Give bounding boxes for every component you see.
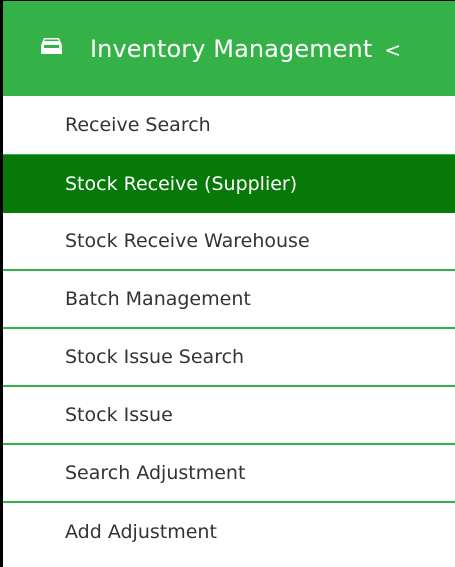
menu-item-batch-management[interactable]: Batch Management <box>3 271 455 329</box>
menu-item-stock-issue[interactable]: Stock Issue <box>3 387 455 445</box>
inbox-tray-icon <box>40 36 63 56</box>
inventory-management-menu-toggle[interactable]: Inventory Management < <box>3 1 455 96</box>
menu-item-stock-issue-search[interactable]: Stock Issue Search <box>3 329 455 387</box>
submenu-list: Receive Search Stock Receive (Supplier) … <box>3 96 455 561</box>
menu-item-search-adjustment[interactable]: Search Adjustment <box>3 445 455 503</box>
chevron-left-icon[interactable]: < <box>384 38 401 62</box>
menu-item-stock-receive-warehouse[interactable]: Stock Receive Warehouse <box>3 213 455 271</box>
menu-item-add-adjustment[interactable]: Add Adjustment <box>3 503 455 561</box>
sidebar-menu: Inventory Management < Receive Search St… <box>0 0 455 567</box>
menu-item-stock-receive-supplier[interactable]: Stock Receive (Supplier) <box>3 155 455 213</box>
menu-section-title: Inventory Management <box>90 34 373 63</box>
menu-item-receive-search[interactable]: Receive Search <box>3 96 455 155</box>
